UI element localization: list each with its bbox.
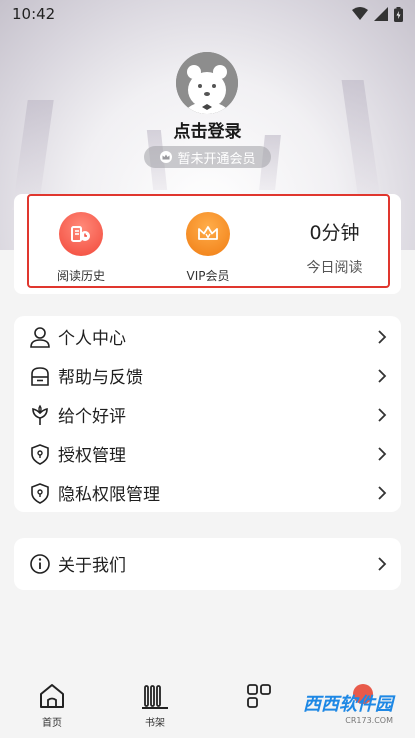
chevron-right-icon (378, 407, 387, 422)
mailbox-icon (31, 366, 49, 386)
bookshelf-icon (142, 685, 168, 709)
menu-item-help-feedback[interactable]: 帮助与反馈 (14, 356, 401, 395)
today-reading-label: 今日阅读 (306, 260, 363, 276)
menu-item-label: 个人中心 (58, 329, 126, 349)
reading-history-label: 阅读历史 (56, 269, 105, 283)
chevron-right-icon (378, 485, 387, 500)
about-card: 关于我们 (14, 538, 401, 590)
menu-item-label: 帮助与反馈 (58, 368, 143, 388)
login-prompt[interactable]: 点击登录 (0, 117, 415, 142)
reading-history-icon-circle (59, 212, 103, 256)
bear-avatar-icon (176, 52, 238, 114)
status-time: 10:42 (12, 5, 56, 23)
vip-member-button[interactable]: VIP会员 (177, 212, 239, 284)
crown-icon (198, 226, 218, 240)
menu-item-privacy-permissions[interactable]: 隐私权限管理 (14, 473, 401, 512)
wifi-icon (352, 7, 368, 20)
crown-icon (160, 151, 173, 163)
watermark-logo: 西西软件园 CR173.COM (303, 690, 393, 725)
signal-icon (374, 7, 388, 21)
today-reading-stat[interactable]: 0分钟 今日阅读 (292, 218, 377, 277)
tab-discover[interactable] (224, 682, 294, 714)
menu-item-label: 给个好评 (58, 407, 126, 427)
watermark-site: CR173.COM (345, 716, 393, 725)
tab-bookshelf[interactable]: 书架 (120, 682, 190, 729)
chevron-right-icon (378, 368, 387, 383)
vip-status-badge[interactable]: 暂未开通会员 (144, 146, 271, 168)
flower-icon (32, 404, 48, 425)
menu-item-authorization[interactable]: 授权管理 (14, 434, 401, 473)
chevron-right-icon (378, 556, 387, 571)
reading-history-button[interactable]: 阅读历史 (50, 212, 112, 284)
tab-home[interactable]: 首页 (17, 682, 87, 729)
reading-minutes: 0分钟 (309, 222, 360, 244)
history-icon (71, 226, 90, 242)
menu-item-label: 关于我们 (58, 556, 126, 576)
menu-item-about-us[interactable]: 关于我们 (14, 544, 401, 583)
battery-icon (394, 6, 403, 22)
vip-status-text: 暂未开通会员 (177, 151, 256, 167)
chevron-right-icon (378, 446, 387, 461)
menu-item-label: 隐私权限管理 (58, 485, 160, 505)
shield-icon (31, 482, 49, 504)
home-icon (40, 684, 64, 708)
settings-menu: 个人中心 帮助与反馈 给个好评 授权管理 隐私权限管理 (14, 316, 401, 512)
shield-icon (31, 443, 49, 465)
status-icons (352, 6, 403, 22)
vip-member-label: VIP会员 (186, 269, 230, 283)
menu-item-label: 授权管理 (58, 446, 126, 466)
grid-icon (247, 684, 271, 708)
watermark-brand: 西西软件园 (303, 694, 393, 715)
menu-item-personal-center[interactable]: 个人中心 (14, 317, 401, 356)
status-bar: 10:42 (0, 0, 415, 28)
person-icon (30, 326, 50, 348)
vip-icon-circle (186, 212, 230, 256)
chevron-right-icon (378, 329, 387, 344)
menu-item-rate-app[interactable]: 给个好评 (14, 395, 401, 434)
avatar[interactable] (176, 52, 238, 114)
tab-label: 书架 (145, 718, 165, 729)
info-icon (30, 553, 50, 574)
tab-label: 首页 (42, 718, 62, 729)
